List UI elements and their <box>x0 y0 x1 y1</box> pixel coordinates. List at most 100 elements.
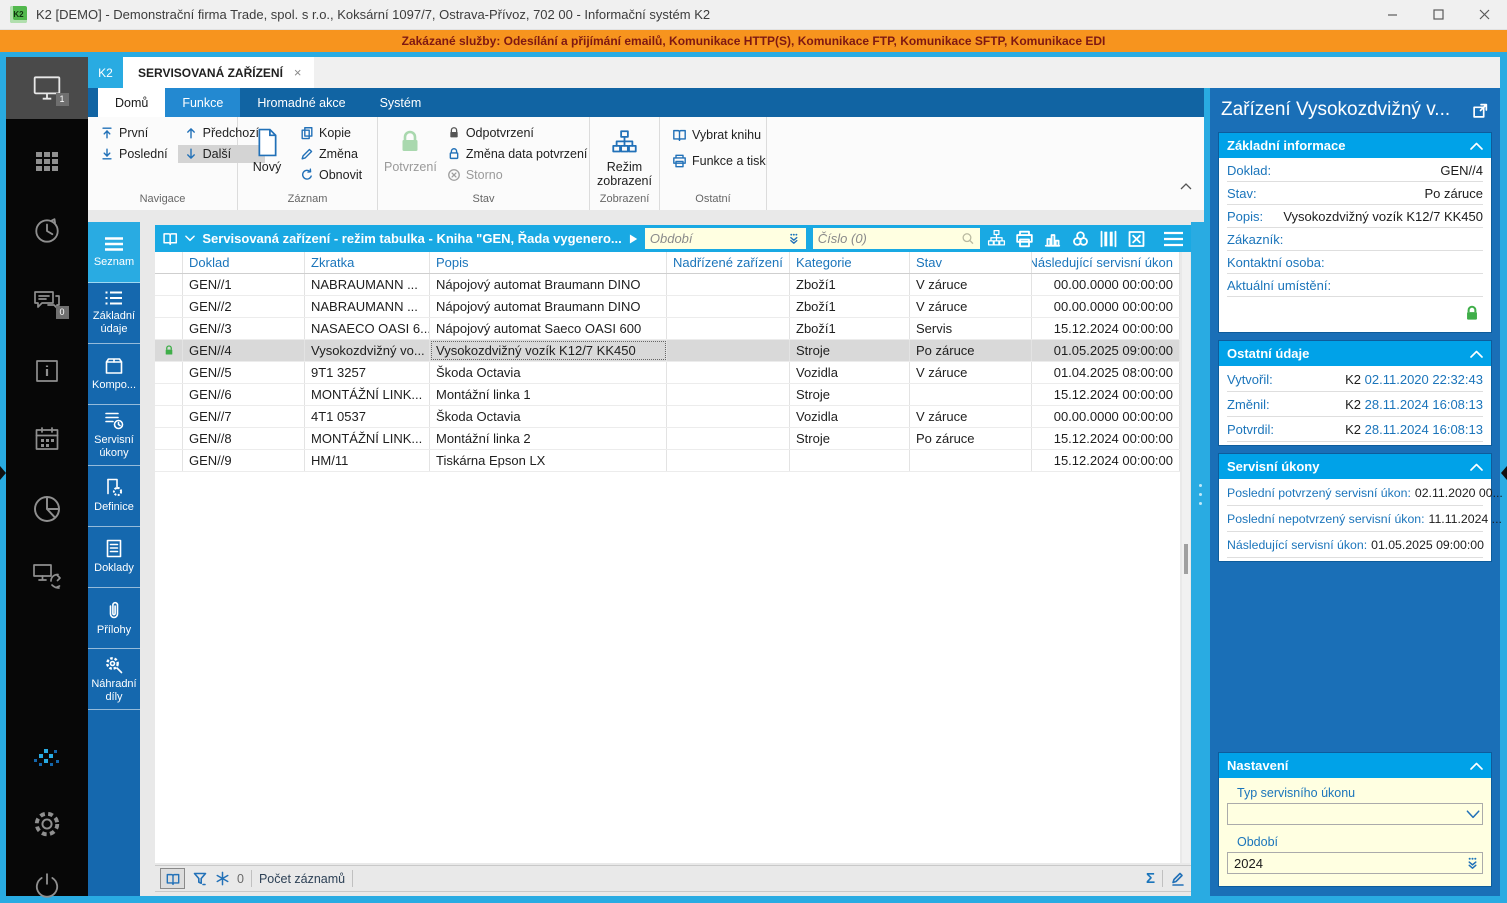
chevron-up-icon[interactable] <box>1470 350 1483 358</box>
table-row[interactable]: GEN//2NABRAUMANN ...Nápojový automat Bra… <box>155 296 1180 318</box>
chart-icon[interactable] <box>1043 230 1062 248</box>
section-header[interactable]: Servisní úkony <box>1219 454 1491 479</box>
printer-icon[interactable] <box>1015 230 1034 248</box>
confirm-button[interactable]: Potvrzení <box>384 122 437 193</box>
record-count-label[interactable]: Počet záznamů <box>259 872 345 886</box>
ribbon-tab-funkce[interactable]: Funkce <box>165 88 240 117</box>
nav-item-nahradni-dily[interactable]: Náhradní díly <box>88 649 140 710</box>
table-row[interactable]: GEN//4Vysokozdvižný vo...Vysokozdvižný v… <box>155 340 1180 362</box>
sitemap-icon[interactable] <box>987 229 1006 248</box>
table-row[interactable]: GEN//8MONTÁŽNÍ LINK...Montážní linka 2St… <box>155 428 1180 450</box>
number-filter-input[interactable] <box>818 231 962 246</box>
open-external-icon[interactable] <box>1472 102 1489 119</box>
minimize-button[interactable] <box>1369 0 1415 29</box>
sum-button[interactable]: Σ <box>1146 870 1155 887</box>
tab-k2[interactable]: K2 <box>88 57 123 88</box>
period-select[interactable] <box>1227 852 1483 874</box>
section-header[interactable]: Ostatní údaje <box>1219 341 1491 366</box>
edit-pencil-icon[interactable] <box>1170 871 1186 887</box>
storno-button[interactable]: Storno <box>441 166 594 184</box>
nav-item-zakladni-udaje[interactable]: Základní údaje <box>88 283 140 344</box>
last-button[interactable]: Poslední <box>94 145 174 163</box>
sidebar-item-reports[interactable] <box>6 480 88 538</box>
col-nasledujici-servisni-ukon[interactable]: Následující servisní úkon <box>1032 252 1180 273</box>
table-row[interactable]: GEN//3NASAECO OASI 6...Nápojový automat … <box>155 318 1180 340</box>
unconfirm-button[interactable]: Odpotvrzení <box>441 124 594 142</box>
section-header[interactable]: Nastavení <box>1219 753 1491 778</box>
nav-item-prilohy[interactable]: Přílohy <box>88 588 140 649</box>
browse-title[interactable]: Servisovaná zařízení - režim tabulka - K… <box>202 231 621 246</box>
chevron-up-icon[interactable] <box>1470 142 1483 150</box>
panel-splitter[interactable] <box>1191 222 1210 896</box>
nav-item-servisni-ukony[interactable]: Servisní úkony <box>88 405 140 466</box>
col-indicator[interactable] <box>155 252 183 273</box>
ribbon-tab-domu[interactable]: Domů <box>98 88 165 117</box>
table-row[interactable]: GEN//74T1 0537Škoda OctaviaVozidlaV záru… <box>155 406 1180 428</box>
nav-item-seznam[interactable]: Seznam <box>88 222 140 283</box>
book-toggle-button[interactable] <box>160 868 185 889</box>
sidebar-item-desktop[interactable]: 1 <box>6 57 88 119</box>
sidebar-item-settings[interactable] <box>6 795 88 853</box>
asterisk-icon[interactable] <box>215 871 230 886</box>
edit-button[interactable]: Změna <box>294 145 368 163</box>
book-icon[interactable] <box>162 231 178 246</box>
functions-print-button[interactable]: Funkce a tisk <box>666 152 772 170</box>
chevron-down-icon[interactable] <box>185 235 195 242</box>
service-type-input[interactable] <box>1234 807 1466 822</box>
col-stav[interactable]: Stav <box>910 252 1032 273</box>
col-nadrizene-zarizeni[interactable]: Nadřízené zařízení <box>667 252 790 273</box>
col-popis[interactable]: Popis <box>430 252 667 273</box>
sidebar-item-messages[interactable]: 0 <box>6 272 88 330</box>
tab-close-icon[interactable]: × <box>294 65 302 80</box>
change-confirm-date-button[interactable]: Změna data potvrzení <box>441 145 594 163</box>
select-book-button[interactable]: Vybrat knihu <box>666 126 772 144</box>
col-doklad[interactable]: Doklad <box>183 252 305 273</box>
ribbon-tab-hromadne-akce[interactable]: Hromadné akce <box>240 88 362 117</box>
dotted-chevron-icon[interactable] <box>787 232 801 245</box>
new-button[interactable]: Nový <box>244 122 290 193</box>
maximize-button[interactable] <box>1415 0 1461 29</box>
section-header[interactable]: Základní informace <box>1219 133 1491 158</box>
close-button[interactable] <box>1461 0 1507 29</box>
service-type-select[interactable] <box>1227 803 1483 825</box>
nav-item-doklady[interactable]: Doklady <box>88 527 140 588</box>
refresh-button[interactable]: Obnovit <box>294 166 368 184</box>
period-input[interactable] <box>1234 856 1465 871</box>
col-zkratka[interactable]: Zkratka <box>305 252 430 273</box>
chevron-up-icon[interactable] <box>1470 762 1483 770</box>
search-icon[interactable] <box>961 231 975 246</box>
table-vertical-scrollbar[interactable] <box>1182 252 1190 863</box>
period-filter-input[interactable] <box>650 231 787 246</box>
chevron-up-icon[interactable] <box>1470 463 1483 471</box>
sidebar-item-calendar[interactable] <box>6 410 88 468</box>
col-kategorie[interactable]: Kategorie <box>790 252 910 273</box>
excel-export-icon[interactable] <box>1127 230 1146 248</box>
sidebar-item-k2-ai[interactable] <box>6 729 88 787</box>
sidebar-item-power[interactable] <box>6 857 88 903</box>
play-icon[interactable] <box>629 233 638 245</box>
nav-item-komponenty[interactable]: Kompo... <box>88 344 140 405</box>
table-row[interactable]: GEN//6MONTÁŽNÍ LINK...Montážní linka 1St… <box>155 384 1180 406</box>
sidebar-item-modules[interactable] <box>6 132 88 190</box>
scrollbar-thumb[interactable] <box>1184 544 1188 574</box>
table-row[interactable]: GEN//9HM/11Tiskárna Epson LX15.12.2024 0… <box>155 450 1180 472</box>
columns-icon[interactable] <box>1099 230 1118 248</box>
dotted-chevron-icon[interactable] <box>1465 856 1480 870</box>
nav-item-definice[interactable]: Definice <box>88 466 140 527</box>
chevron-down-icon[interactable] <box>1466 810 1480 819</box>
filter-icon[interactable] <box>192 871 208 887</box>
table-row[interactable]: GEN//59T1 3257Škoda OctaviaVozidlaV záru… <box>155 362 1180 384</box>
display-mode-button[interactable]: Režim zobrazení <box>596 122 653 193</box>
color-wheel-icon[interactable] <box>1071 230 1090 248</box>
first-button[interactable]: První <box>94 124 174 142</box>
ribbon-collapse-button[interactable] <box>1180 183 1192 190</box>
sidebar-item-info[interactable] <box>6 342 88 400</box>
table-row[interactable]: GEN//1NABRAUMANN ...Nápojový automat Bra… <box>155 274 1180 296</box>
sidebar-item-history[interactable] <box>6 202 88 260</box>
tab-servisovana-zarizeni[interactable]: SERVISOVANÁ ZAŘÍZENÍ × <box>123 57 314 88</box>
right-collapse-handle[interactable] <box>1501 466 1507 480</box>
menu-icon[interactable] <box>1163 231 1184 247</box>
sidebar-item-remote-support[interactable] <box>6 547 88 605</box>
copy-button[interactable]: Kopie <box>294 124 368 142</box>
ribbon-tab-system[interactable]: Systém <box>363 88 439 117</box>
